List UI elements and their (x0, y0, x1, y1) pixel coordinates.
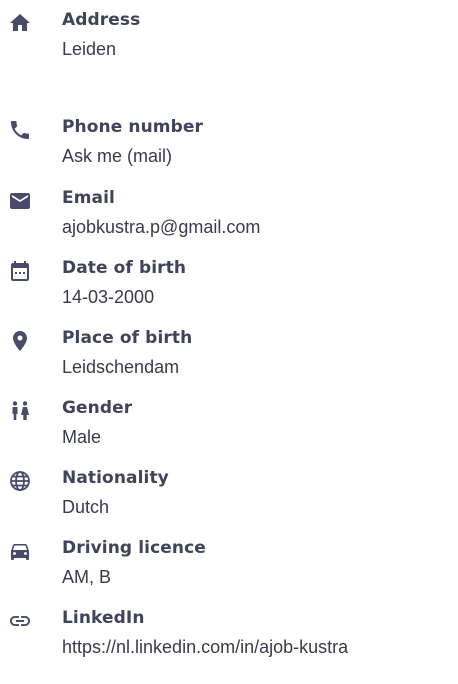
detail-label: Driving licence (62, 538, 206, 558)
detail-label: Date of birth (62, 258, 187, 278)
detail-label: Email (62, 188, 115, 208)
detail-label: Phone number (62, 117, 203, 137)
detail-phone: Phone number Ask me (mail) (0, 115, 458, 175)
detail-value: Leidschendam (62, 357, 180, 377)
detail-label: Nationality (62, 468, 169, 488)
car-icon (8, 539, 32, 563)
detail-email: Email ajobkustra.p@gmail.com (0, 186, 458, 246)
detail-label: Address (62, 10, 141, 30)
detail-value: Male (62, 427, 102, 447)
globe-icon (8, 469, 32, 493)
detail-label: Place of birth (62, 328, 193, 348)
detail-value: AM, B (62, 567, 112, 587)
location-pin-icon (8, 329, 32, 353)
home-icon (8, 11, 32, 35)
calendar-icon (8, 259, 32, 283)
detail-place-of-birth: Place of birth Leidschendam (0, 326, 458, 386)
link-icon (8, 609, 32, 633)
people-icon (8, 399, 32, 423)
detail-nationality: Nationality Dutch (0, 466, 458, 526)
detail-value[interactable]: https://nl.linkedin.com/in/ajob-kustra (62, 637, 348, 658)
detail-value: ajobkustra.p@gmail.com (62, 217, 261, 237)
detail-address: Address Leiden (0, 8, 458, 68)
detail-label: Gender (62, 398, 133, 418)
detail-value: Ask me (mail) (62, 146, 173, 166)
detail-gender: Gender Male (0, 396, 458, 456)
detail-value: Dutch (62, 497, 110, 517)
phone-icon (8, 118, 32, 142)
detail-value: Leiden (62, 39, 117, 59)
detail-linkedin: LinkedIn https://nl.linkedin.com/in/ajob… (0, 606, 458, 666)
detail-label: LinkedIn (62, 608, 145, 628)
detail-driving-licence: Driving licence AM, B (0, 536, 458, 596)
detail-date-of-birth: Date of birth 14-03-2000 (0, 256, 458, 316)
detail-value: 14-03-2000 (62, 287, 155, 307)
mail-icon (8, 189, 32, 213)
